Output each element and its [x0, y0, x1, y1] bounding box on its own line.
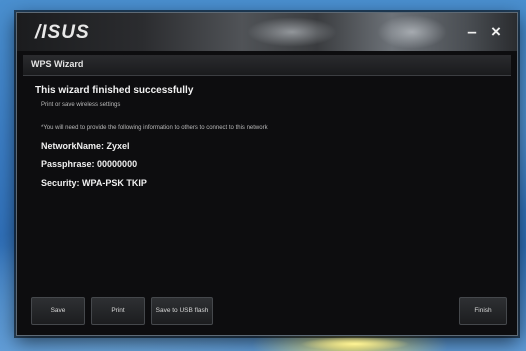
save-button[interactable]: Save — [31, 297, 85, 325]
wizard-content: This wizard finished successfully Print … — [23, 77, 511, 287]
taskbar-highlight — [300, 337, 410, 351]
network-name: NetworkName: Zyxel — [41, 141, 130, 151]
titlebar-decoration — [377, 15, 447, 49]
print-button[interactable]: Print — [91, 297, 145, 325]
info-note: *You will need to provide the following … — [41, 125, 268, 131]
save-to-usb-button[interactable]: Save to USB flash — [151, 297, 213, 325]
success-heading: This wizard finished successfully — [35, 85, 194, 96]
wizard-title: WPS Wizard — [31, 59, 84, 69]
close-button[interactable]: × — [485, 22, 507, 42]
passphrase: Passphrase: 00000000 — [41, 159, 138, 169]
title-bar: /ISUS – × — [17, 13, 517, 51]
minimize-button[interactable]: – — [461, 22, 483, 42]
wps-wizard-window: /ISUS – × WPS Wizard This wizard finishe… — [16, 12, 518, 336]
titlebar-decoration — [247, 17, 337, 47]
button-bar: Save Print Save to USB flash Finish — [23, 293, 511, 329]
security: Security: WPA-PSK TKIP — [41, 178, 147, 188]
finish-button[interactable]: Finish — [459, 297, 507, 325]
asus-logo: /ISUS — [35, 22, 90, 43]
subtext: Print or save wireless settings — [41, 102, 121, 108]
wizard-header: WPS Wizard — [23, 55, 511, 76]
